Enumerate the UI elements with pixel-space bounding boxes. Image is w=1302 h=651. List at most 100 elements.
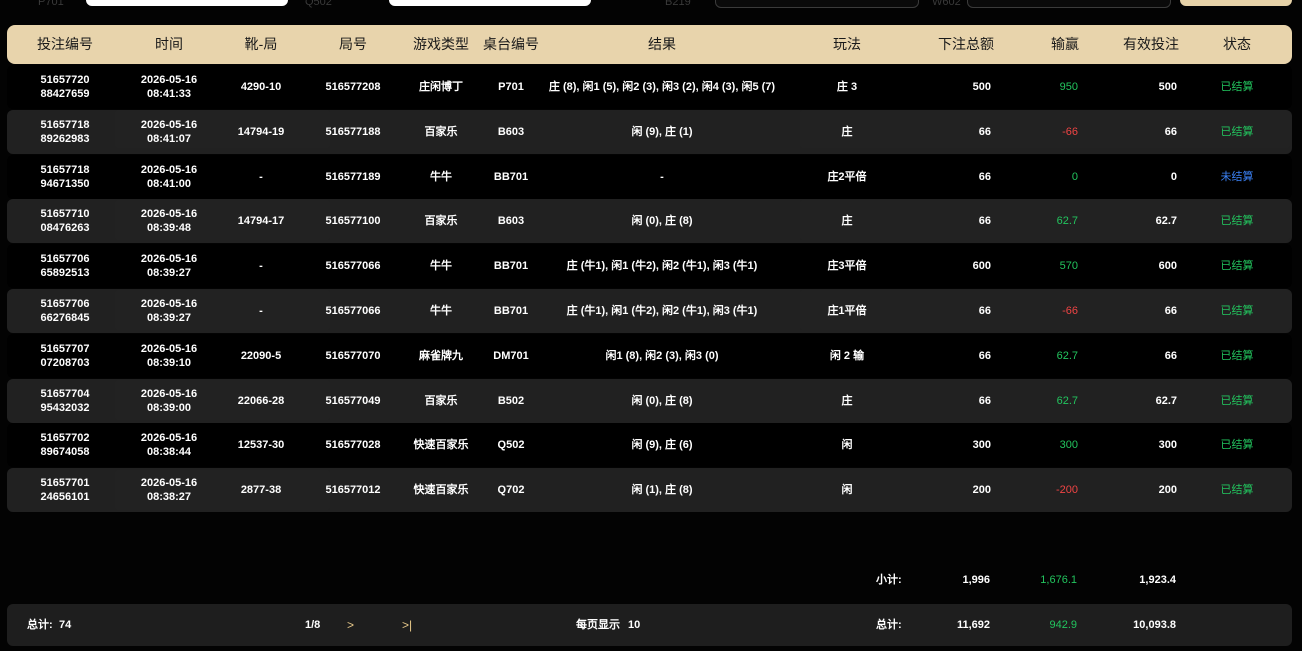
column-header-time[interactable]: 时间 bbox=[129, 25, 209, 64]
column-header-valid-bet[interactable]: 有效投注 bbox=[1111, 25, 1191, 64]
column-header-shoe-round[interactable]: 靴-局 bbox=[221, 25, 301, 64]
next-page-button[interactable]: > bbox=[347, 616, 354, 634]
game-type-cell: 百家乐 bbox=[424, 125, 458, 138]
bet-id-part: 51657706 bbox=[40, 298, 90, 310]
bet-id-part: 95432032 bbox=[40, 401, 90, 414]
game-type-cell: 快速百家乐 bbox=[413, 439, 469, 452]
bet-id-part: 94671350 bbox=[40, 177, 90, 190]
table-row[interactable]: 51657718 89262983 2026-05-16 08:41:07 14794-… bbox=[7, 109, 1292, 154]
table-row[interactable]: 51657701 24656101 2026-05-16 08:38:27 2877-3… bbox=[7, 468, 1292, 513]
date-text: 2026-05-16 bbox=[140, 342, 198, 355]
table-row[interactable]: 51657704 95432032 2026-05-16 08:39:00 22066-… bbox=[7, 378, 1292, 423]
subtotal-total-bet: 1,996 bbox=[962, 574, 990, 586]
column-header-status[interactable]: 状态 bbox=[1197, 25, 1277, 64]
date-text: 2026-05-16 bbox=[140, 253, 198, 266]
shoe-round-cell: - bbox=[259, 170, 263, 183]
shoe-round-cell: - bbox=[259, 305, 263, 317]
time-text: 08:38:44 bbox=[146, 446, 192, 459]
win-loss-cell: 62.7 bbox=[1056, 215, 1078, 228]
round-id-cell: 516577208 bbox=[325, 81, 381, 93]
time-cell: 2026-05-16 08:39:10 bbox=[129, 334, 209, 378]
status-cell: 已结算 bbox=[1220, 394, 1254, 407]
table-row[interactable]: 51657707 07208703 2026-05-16 08:39:10 22090-… bbox=[7, 333, 1292, 378]
filter-input[interactable] bbox=[967, 0, 1171, 8]
total-bet-cell: 66 bbox=[978, 125, 991, 138]
table-row[interactable]: 51657706 66276845 2026-05-16 08:39:27 - 51657… bbox=[7, 289, 1292, 333]
table-row[interactable]: 51657718 94671350 2026-05-16 08:41:00 - 51657… bbox=[7, 154, 1292, 199]
date-text: 2026-05-16 bbox=[140, 477, 198, 490]
total-bet-cell: 300 bbox=[972, 439, 991, 452]
play-cell: 庄 bbox=[841, 394, 853, 407]
date-text: 2026-05-16 bbox=[140, 298, 198, 310]
table-row[interactable]: 51657706 65892513 2026-05-16 08:39:27 - 51657… bbox=[7, 244, 1292, 289]
filter-bar: P701 Q502 B219 W602 bbox=[0, 0, 1302, 12]
shoe-round-cell: 22090-5 bbox=[240, 349, 282, 362]
column-header-bet-id[interactable]: 投注编号 bbox=[25, 25, 105, 64]
time-text: 08:39:00 bbox=[146, 401, 192, 414]
play-cell: 闲 bbox=[841, 439, 853, 452]
game-type-cell: 百家乐 bbox=[424, 394, 458, 407]
result-cell: - bbox=[660, 170, 664, 183]
filter-input[interactable] bbox=[389, 0, 591, 6]
search-button[interactable] bbox=[1180, 0, 1292, 6]
result-cell: 庄 (牛1), 闲1 (牛2), 闲2 (牛1), 闲3 (牛1) bbox=[566, 305, 758, 317]
column-header-game-type[interactable]: 游戏类型 bbox=[401, 25, 481, 64]
record-count-label: 总计: bbox=[27, 619, 53, 631]
bet-id-part: 51657710 bbox=[40, 208, 90, 221]
bet-id-part: 51657701 bbox=[40, 477, 90, 490]
column-header-round-id[interactable]: 局号 bbox=[313, 25, 393, 64]
result-cell: 闲 (0), 庄 (8) bbox=[631, 215, 693, 228]
valid-bet-cell: 200 bbox=[1158, 484, 1177, 497]
win-loss-cell: 570 bbox=[1059, 260, 1078, 273]
game-type-cell: 快速百家乐 bbox=[413, 484, 469, 497]
play-cell: 庄2平倍 bbox=[827, 170, 867, 183]
column-header-play[interactable]: 玩法 bbox=[807, 25, 887, 64]
last-page-button[interactable]: >| bbox=[402, 616, 412, 634]
date-text: 2026-05-16 bbox=[140, 432, 198, 445]
game-type-cell: 牛牛 bbox=[430, 260, 452, 273]
column-header-table-id[interactable]: 桌台编号 bbox=[471, 25, 551, 64]
page-size-select[interactable]: 10 bbox=[628, 604, 640, 646]
column-header-total-bet[interactable]: 下注总额 bbox=[926, 25, 1006, 64]
valid-bet-cell: 62.7 bbox=[1155, 394, 1177, 407]
record-count-value: 74 bbox=[59, 619, 72, 631]
bet-id-part: 24656101 bbox=[40, 491, 90, 504]
bet-id-part: 51657718 bbox=[40, 118, 90, 131]
column-header-result[interactable]: 结果 bbox=[622, 25, 702, 64]
filter-input[interactable] bbox=[86, 0, 288, 6]
total-bet-cell: 600 bbox=[972, 260, 991, 273]
valid-bet-cell: 66 bbox=[1164, 125, 1177, 138]
valid-bet-cell: 600 bbox=[1158, 260, 1177, 273]
page-size-label: 每页显示 bbox=[576, 619, 620, 631]
table-row[interactable]: 51657720 88427659 2026-05-16 08:41:33 4290-1… bbox=[7, 65, 1292, 109]
filter-input[interactable] bbox=[715, 0, 919, 8]
filter-label: Q502 bbox=[305, 0, 332, 8]
play-cell: 庄1平倍 bbox=[827, 305, 867, 317]
page-indicator: 1/8 bbox=[305, 619, 321, 631]
table-row[interactable]: 51657710 08476263 2026-05-16 08:39:48 14794-… bbox=[7, 199, 1292, 244]
round-id-cell: 516577066 bbox=[325, 305, 381, 317]
time-cell: 2026-05-16 08:39:27 bbox=[129, 244, 209, 288]
time-text: 08:41:07 bbox=[146, 132, 192, 145]
bet-id-part: 89262983 bbox=[40, 132, 90, 145]
grand-total-valid-bet: 10,093.8 bbox=[1133, 619, 1176, 631]
status-cell: 已结算 bbox=[1220, 215, 1254, 228]
subtotal-valid-bet: 1,923.4 bbox=[1139, 574, 1176, 586]
filter-label: P701 bbox=[38, 0, 64, 8]
time-text: 08:41:33 bbox=[146, 88, 192, 100]
status-cell: 已结算 bbox=[1220, 125, 1254, 138]
bet-id-part: 65892513 bbox=[40, 267, 90, 280]
result-cell: 闲1 (8), 闲2 (3), 闲3 (0) bbox=[605, 349, 719, 362]
win-loss-cell: 0 bbox=[1071, 170, 1078, 183]
table-row[interactable]: 51657702 89674058 2026-05-16 08:38:44 12537-… bbox=[7, 423, 1292, 468]
status-cell: 已结算 bbox=[1220, 439, 1254, 452]
valid-bet-cell: 500 bbox=[1158, 81, 1177, 93]
shoe-round-cell: 4290-10 bbox=[240, 81, 282, 93]
valid-bet-cell: 0 bbox=[1170, 170, 1177, 183]
date-text: 2026-05-16 bbox=[140, 74, 198, 86]
grand-total-win-loss: 942.9 bbox=[1049, 619, 1077, 631]
bet-id-part: 88427659 bbox=[40, 88, 90, 100]
bet-id-part: 51657702 bbox=[40, 432, 90, 445]
column-header-win-loss[interactable]: 输赢 bbox=[1025, 25, 1105, 64]
game-type-cell: 牛牛 bbox=[430, 170, 452, 183]
